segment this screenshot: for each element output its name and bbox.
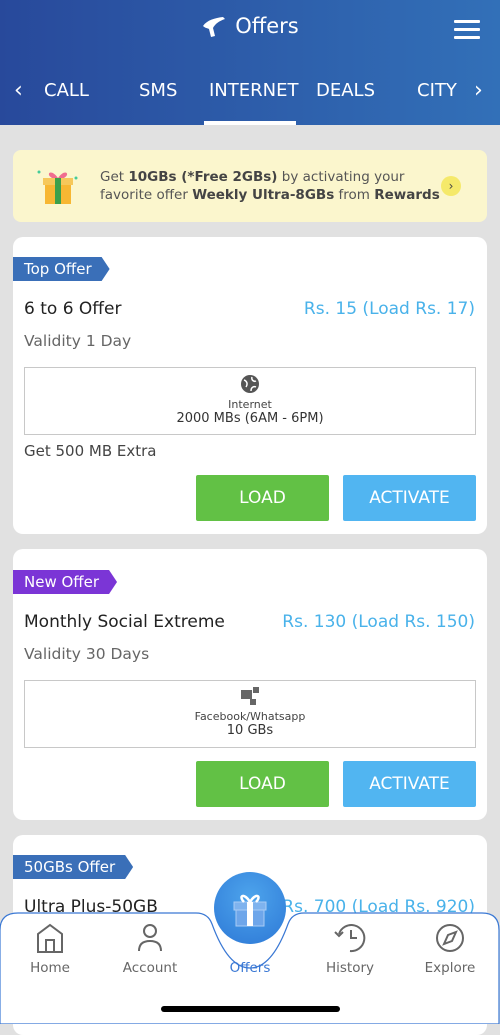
- menu-icon[interactable]: [454, 20, 480, 40]
- rewards-banner[interactable]: Get 10GBs (*Free 2GBs) by activating you…: [13, 150, 487, 222]
- offer-name: 6 to 6 Offer: [24, 299, 122, 319]
- offer-price: Rs. 15 (Load Rs. 17): [303, 299, 475, 319]
- chevron-right-icon[interactable]: ›: [474, 78, 483, 103]
- active-tab-indicator: [204, 121, 296, 125]
- load-button[interactable]: LOAD: [196, 761, 329, 807]
- offer-validity: Validity 30 Days: [24, 645, 150, 663]
- offer-details-box: Internet 2000 MBs (6AM - 6PM): [24, 367, 476, 435]
- page-title: Offers: [0, 14, 500, 38]
- offers-nav-button[interactable]: [214, 872, 286, 944]
- offer-card: New Offer Monthly Social Extreme Rs. 130…: [13, 549, 487, 820]
- offer-extra: Get 500 MB Extra: [24, 442, 157, 460]
- offer-tag: 50GBs Offer: [13, 855, 133, 879]
- offer-details-box: Facebook/Whatsapp 10 GBs: [24, 680, 476, 748]
- compass-icon: [436, 924, 464, 952]
- offer-tag: New Offer: [13, 570, 117, 594]
- social-apps-icon: [241, 687, 259, 705]
- nav-history[interactable]: History: [310, 922, 390, 976]
- telenor-logo-icon: [203, 17, 226, 37]
- activate-button[interactable]: ACTIVATE: [343, 475, 476, 521]
- account-icon: [138, 924, 162, 952]
- tab-call[interactable]: CALL: [44, 80, 89, 101]
- tab-deals[interactable]: DEALS: [316, 80, 375, 101]
- offer-tag: Top Offer: [13, 257, 110, 281]
- offer-price: Rs. 130 (Load Rs. 150): [282, 612, 475, 632]
- history-icon: [334, 924, 366, 953]
- offer-name: Monthly Social Extreme: [24, 612, 225, 632]
- banner-text: Get 10GBs (*Free 2GBs) by activating you…: [100, 169, 440, 203]
- nav-home[interactable]: Home: [10, 922, 90, 976]
- header: Offers ‹ CALL SMS INTERNET DEALS CITY ›: [0, 0, 500, 125]
- chevron-right-icon[interactable]: ›: [441, 176, 461, 196]
- tab-city[interactable]: CITY: [417, 80, 457, 101]
- tab-sms[interactable]: SMS: [139, 80, 177, 101]
- gift-icon: [233, 894, 267, 927]
- load-button[interactable]: LOAD: [196, 475, 329, 521]
- globe-icon: [241, 375, 259, 393]
- nav-explore[interactable]: Explore: [410, 922, 490, 976]
- home-indicator: [161, 1006, 340, 1012]
- offer-validity: Validity 1 Day: [24, 332, 132, 350]
- tab-internet[interactable]: INTERNET: [209, 80, 298, 101]
- offer-card: Top Offer 6 to 6 Offer Rs. 15 (Load Rs. …: [13, 237, 487, 534]
- nav-account[interactable]: Account: [110, 922, 190, 976]
- chevron-left-icon[interactable]: ‹: [14, 78, 23, 103]
- home-icon: [37, 923, 63, 953]
- activate-button[interactable]: ACTIVATE: [343, 761, 476, 807]
- gift-icon: [37, 170, 78, 204]
